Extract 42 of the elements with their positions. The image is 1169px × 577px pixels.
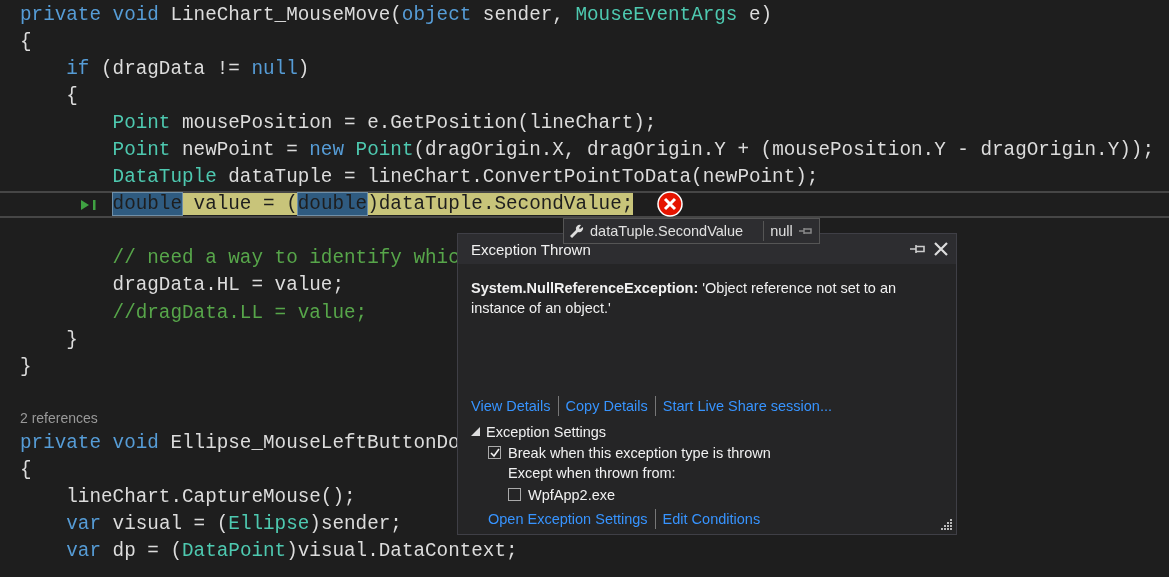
- code-line: // need a way to identify whic: [111, 246, 460, 271]
- code-line: if (dragData != null): [65, 56, 310, 81]
- code-line: private void Ellipse_MouseLeftButtonDo: [20, 430, 460, 455]
- checkbox-label: Break when this exception type is thrown: [508, 444, 771, 461]
- pin-icon[interactable]: [910, 244, 926, 254]
- close-icon[interactable]: [934, 242, 948, 256]
- datatip-expression: dataTuple.SecondValue: [590, 221, 765, 241]
- code-line: Point newPoint = new Point(dragOrigin.X, dragOrigin.Y + (mousePosition.Y - dragOrigin.Y));: [111, 138, 1154, 162]
- settings-link[interactable]: Open Exception Settings: [488, 511, 648, 527]
- expanded-triangle-icon: [471, 427, 480, 436]
- details-link[interactable]: Copy Details: [565, 398, 648, 414]
- code-line: {: [20, 29, 32, 54]
- datatip-value: null: [770, 223, 793, 239]
- code-line: //dragData.LL = value;: [111, 300, 368, 325]
- code-line: {: [20, 458, 32, 483]
- checkbox[interactable]: [488, 446, 501, 459]
- checkbox[interactable]: [508, 488, 521, 501]
- code-line: lineChart.CaptureMouse();: [65, 485, 356, 510]
- code-line: Point mousePosition = e.GetPosition(lineChart);: [111, 110, 657, 135]
- code-line: var visual = (Ellipse)sender;: [65, 512, 402, 537]
- settings-link[interactable]: Edit Conditions: [662, 511, 761, 527]
- exception-settings-toggle[interactable]: Exception Settings: [471, 421, 943, 442]
- code-line: private void LineChart_MouseMove(object sender, MouseEventArgs e): [20, 2, 773, 27]
- resize-grip-icon[interactable]: [941, 519, 952, 530]
- details-link[interactable]: View Details: [471, 398, 551, 414]
- code-line: DataTuple dataTuple = lineChart.ConvertPointToData(newPoint);: [111, 165, 819, 190]
- wrench-icon: [568, 223, 584, 239]
- code-line: var dp = (DataPoint)visual.DataContext;: [65, 539, 518, 564]
- checkbox-label: WpfApp2.exe: [528, 486, 616, 503]
- code-line: dragData.HL = value;: [111, 273, 344, 298]
- pin-icon[interactable]: [798, 226, 813, 236]
- exception-message: System.NullReferenceException: 'Object reference not set to an instance of an object.': [471, 280, 897, 316]
- except-label: Except when thrown from:: [508, 464, 677, 483]
- code-line: {: [65, 83, 78, 108]
- current-code-line: double value = (double)dataTuple.SecondValue;: [111, 192, 634, 217]
- section-label: Exception Settings: [486, 423, 607, 440]
- details-link[interactable]: Start Live Share session...: [662, 398, 832, 414]
- code-line: }: [65, 327, 78, 352]
- current-statement-arrow-icon: [80, 198, 98, 211]
- codelens-references[interactable]: 2 references: [20, 410, 98, 427]
- code-line: }: [20, 354, 32, 379]
- datatip[interactable]: dataTuple.SecondValue null: [563, 218, 820, 244]
